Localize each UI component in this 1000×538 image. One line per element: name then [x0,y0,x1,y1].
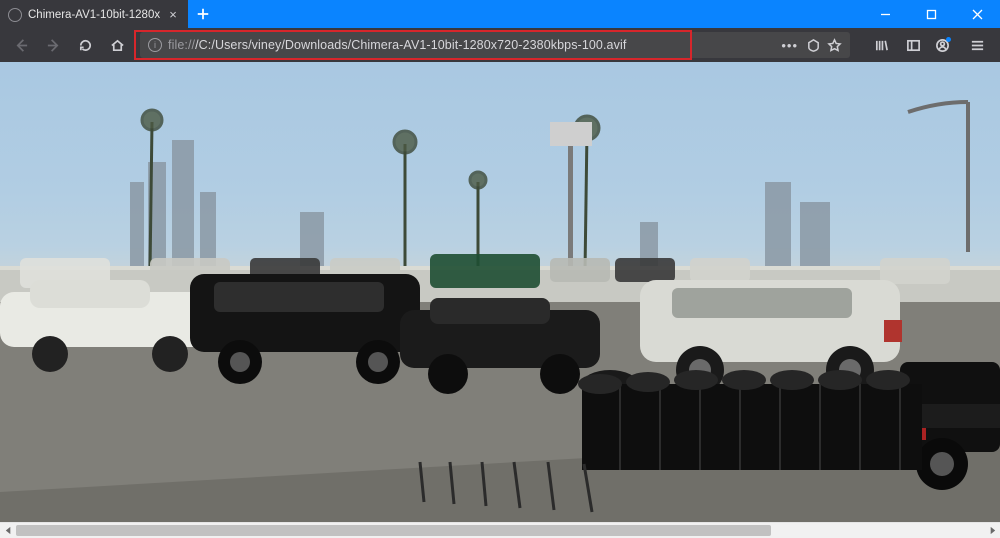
url-scheme: file:// [168,38,195,52]
tab-title: Chimera-AV1-10bit-1280x720-2380 [28,9,160,21]
app-menu-button[interactable] [962,31,992,59]
scroll-right-button[interactable] [984,523,1000,538]
library-icon [874,38,889,53]
window-close-button[interactable] [954,0,1000,28]
horizontal-scrollbar[interactable] [0,522,1000,538]
window-minimize-button[interactable] [862,0,908,28]
window-controls [862,0,1000,28]
url-text: file:///C:/Users/viney/Downloads/Chimera… [168,38,775,52]
toolbar-right-group [858,31,994,59]
new-tab-button[interactable] [188,0,218,28]
url-bar[interactable]: i file:///C:/Users/viney/Downloads/Chime… [140,32,850,58]
scroll-left-button[interactable] [0,523,16,538]
titlebar-drag-area[interactable] [218,0,862,28]
page-actions-button[interactable]: ••• [781,38,800,53]
account-button[interactable] [930,31,960,59]
reload-button[interactable] [70,31,100,59]
site-info-icon[interactable]: i [148,38,162,52]
home-icon [110,38,125,53]
window-maximize-button[interactable] [908,0,954,28]
scroll-thumb[interactable] [16,525,771,536]
tab-favicon [8,8,22,22]
reader-view-icon[interactable] [806,38,821,53]
back-button[interactable] [6,31,36,59]
sidebars-button[interactable] [898,31,928,59]
url-path: /C:/Users/viney/Downloads/Chimera-AV1-10… [195,38,626,52]
window-titlebar: Chimera-AV1-10bit-1280x720-2380 × [0,0,1000,28]
account-notification-dot [946,37,951,42]
content-image [0,62,1000,522]
reload-icon [78,38,93,53]
sidebar-icon [906,38,921,53]
forward-button[interactable] [38,31,68,59]
tab-close-button[interactable]: × [166,8,180,22]
arrow-right-icon [46,38,61,53]
browser-tab[interactable]: Chimera-AV1-10bit-1280x720-2380 × [0,0,188,28]
scroll-track[interactable] [16,523,984,538]
nav-toolbar: i file:///C:/Users/viney/Downloads/Chime… [0,28,1000,62]
bookmark-star-icon[interactable] [827,38,842,53]
home-button[interactable] [102,31,132,59]
library-button[interactable] [866,31,896,59]
content-viewport [0,62,1000,522]
urlbar-container: i file:///C:/Users/viney/Downloads/Chime… [134,32,856,58]
hamburger-icon [970,38,985,53]
arrow-left-icon [14,38,29,53]
